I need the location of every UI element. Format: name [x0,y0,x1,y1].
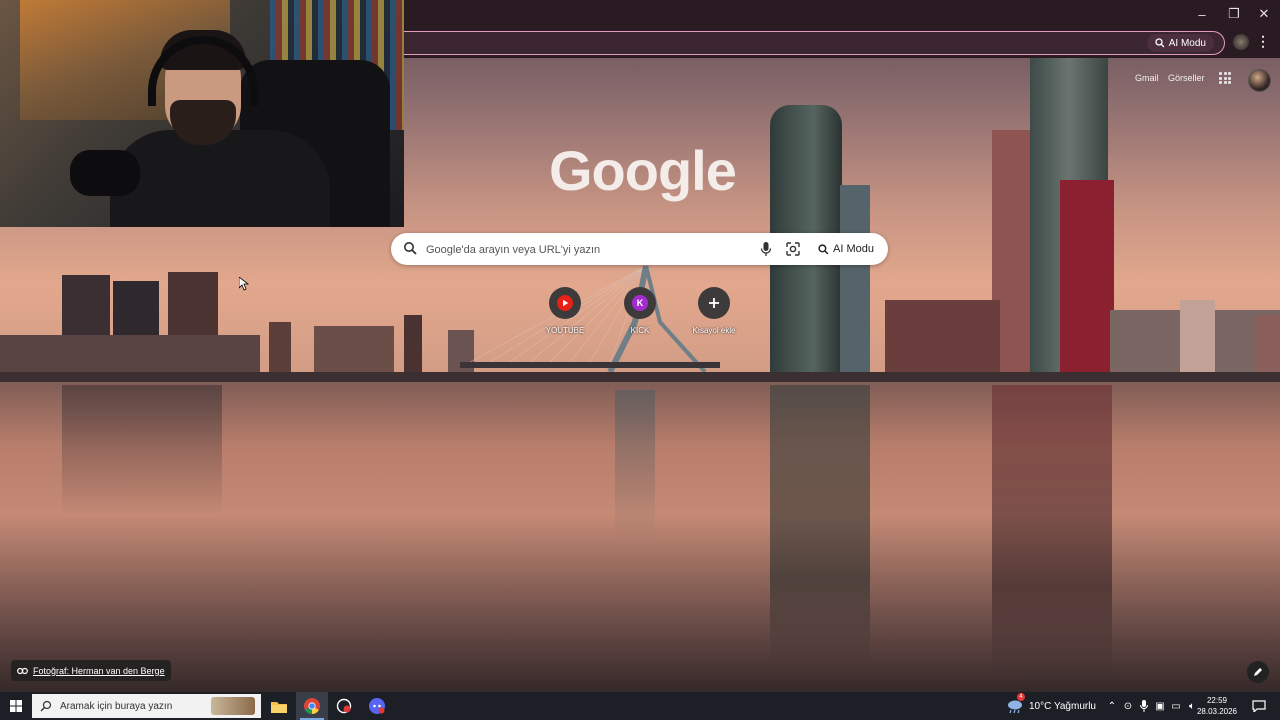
microphone-icon[interactable] [759,241,773,257]
shortcut-icon-wrap [549,287,581,319]
app-3[interactable] [328,692,360,720]
webcam-overlay [0,0,404,227]
tray-app-icon-2[interactable]: ▣ [1153,699,1167,713]
tray-app-icon[interactable]: ⊙ [1121,699,1135,713]
building [840,185,870,378]
shortcut-add[interactable]: Kısayol ekle [684,287,744,335]
shortcut-icon-wrap: K [624,287,656,319]
omnibox-ai-mode-button[interactable]: AI Modu [1146,34,1214,52]
shortcut-label: YOUTUBE [545,326,585,335]
app-icon [336,698,352,714]
minimize-button[interactable]: – [1186,0,1218,28]
taskbar-search[interactable]: Aramak için buraya yazın [32,694,261,718]
building [1255,315,1280,378]
reflection [615,390,655,540]
search-box[interactable]: AI Modu [391,233,888,265]
taskbar-search-placeholder: Aramak için buraya yazın [60,700,173,712]
google-logo: Google [549,139,737,202]
pencil-icon [1254,668,1262,676]
shortcut-kick[interactable]: K KICK [610,287,670,335]
plus-icon [709,298,719,308]
tray-overflow-icon[interactable]: ⌃ [1105,699,1119,713]
ai-mode-label: AI Modu [833,243,874,255]
folder-icon [271,701,287,713]
reflection [992,385,1112,675]
file-explorer-app[interactable] [263,692,295,720]
google-apps-icon[interactable] [1219,72,1231,84]
discord-icon [369,698,385,714]
youtube-icon [557,295,573,311]
person-body [110,130,330,227]
reflection [770,385,870,665]
quay [0,372,1280,382]
browser-menu-icon[interactable]: ⋮ [1256,33,1270,50]
microphone [70,150,140,196]
reflection [62,385,222,515]
address-bar[interactable]: AI Modu [404,31,1225,55]
taskbar: Aramak için buraya yazın 10°C Yağmurlu 4… [0,692,1280,720]
browser-titlebar: – ❐ ✕ [404,0,1280,28]
link-icon [17,667,28,674]
omnibox-ai-mode-label: AI Modu [1168,37,1206,49]
ai-mode-button[interactable]: AI Modu [812,239,880,259]
building [885,300,1000,378]
profile-extension-icon[interactable] [1233,34,1249,50]
google-lens-icon[interactable] [785,241,801,257]
photo-credit[interactable]: Fotoğraf: Herman van den Berge [11,660,171,681]
weather-text: 10°C Yağmurlu [1029,700,1096,712]
shortcut-label: KICK [630,326,650,335]
search-highlight-image [211,697,255,715]
notification-center-icon[interactable] [1250,697,1268,715]
system-clock[interactable]: 22:59 28.03.2026 [1196,695,1238,717]
shortcut-label: Kısayol ekle [692,326,736,335]
shortcut-youtube[interactable]: YOUTUBE [535,287,595,335]
clock-time: 22:59 [1206,696,1228,705]
customize-button[interactable] [1247,661,1269,683]
ai-search-icon [818,243,829,254]
search-input[interactable] [424,238,748,262]
gmail-link[interactable]: Gmail [1135,73,1159,83]
close-button[interactable]: ✕ [1248,0,1280,28]
account-avatar[interactable] [1248,69,1271,92]
weather-badge: 4 [1017,693,1025,701]
start-button[interactable] [0,692,32,720]
building [269,322,291,378]
toolbar: AI Modu ⋮ [404,28,1280,58]
shortcut-icon-wrap [698,287,730,319]
mouse-cursor [239,277,249,291]
building [404,315,422,378]
restore-button[interactable]: ❐ [1218,0,1250,28]
building [314,326,394,378]
chrome-app[interactable] [296,692,328,720]
ai-search-icon [1155,38,1165,48]
photo-credit-text: Fotoğraf: Herman van den Berge [33,665,165,676]
search-icon [40,700,52,712]
building [1060,180,1114,378]
kick-icon: K [632,295,648,311]
windows-icon [10,700,22,712]
chrome-icon [304,698,320,714]
microphone-tray-icon[interactable] [1137,699,1151,713]
network-icon[interactable]: ▭ [1169,699,1183,713]
search-icon [404,242,417,255]
discord-app[interactable] [361,692,393,720]
building [1180,300,1215,378]
images-link[interactable]: Görseller [1168,73,1205,83]
clock-date: 28.03.2026 [1196,707,1238,716]
